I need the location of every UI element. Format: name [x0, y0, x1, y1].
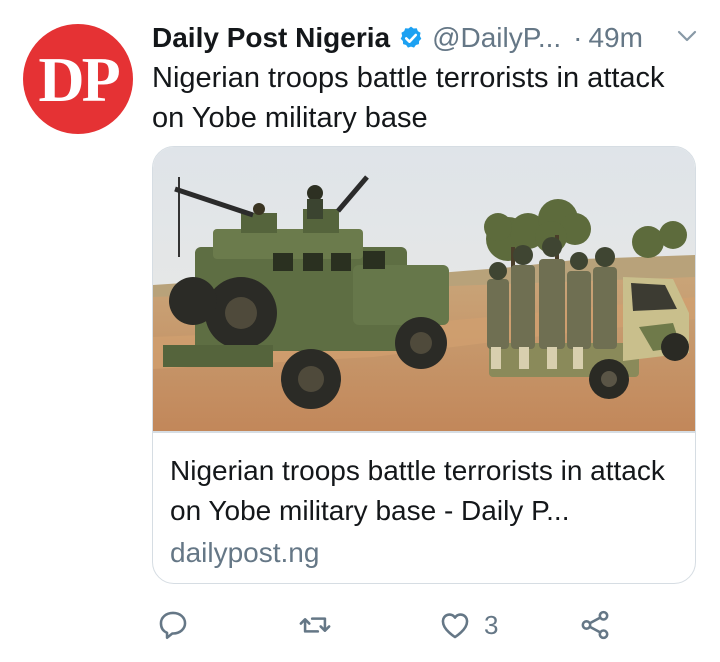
author-handle[interactable]: @DailyP...	[432, 22, 561, 54]
card-divider	[153, 431, 695, 433]
reply-button[interactable]	[156, 608, 190, 642]
tweet-timestamp[interactable]: 49m	[588, 22, 642, 54]
separator-dot: ·	[573, 22, 583, 53]
tweet-actions: 3	[0, 600, 720, 650]
verified-badge-icon	[400, 26, 422, 48]
heart-icon	[441, 613, 469, 639]
like-button[interactable]: 3	[438, 608, 498, 642]
link-card[interactable]: Nigerian troops battle terrorists in att…	[152, 146, 696, 584]
share-button[interactable]	[578, 608, 612, 642]
card-title[interactable]: Nigerian troops battle terrorists in att…	[170, 451, 682, 531]
card-image[interactable]	[153, 147, 695, 431]
retweet-icon	[299, 617, 331, 633]
card-domain[interactable]: dailypost.ng	[170, 533, 319, 573]
share-icon	[581, 610, 609, 640]
avatar-logo-text: DP	[38, 44, 120, 115]
tweet-header: Daily Post Nigeria @DailyP... · 49m	[152, 18, 700, 58]
chevron-down-icon[interactable]	[676, 28, 698, 44]
avatar[interactable]: DP	[23, 24, 133, 134]
like-count: 3	[484, 609, 499, 640]
author-name[interactable]: Daily Post Nigeria	[152, 22, 390, 54]
retweet-button[interactable]	[298, 608, 332, 642]
reply-icon	[159, 611, 187, 640]
tweet-text: Nigerian troops battle terrorists in att…	[152, 62, 665, 134]
